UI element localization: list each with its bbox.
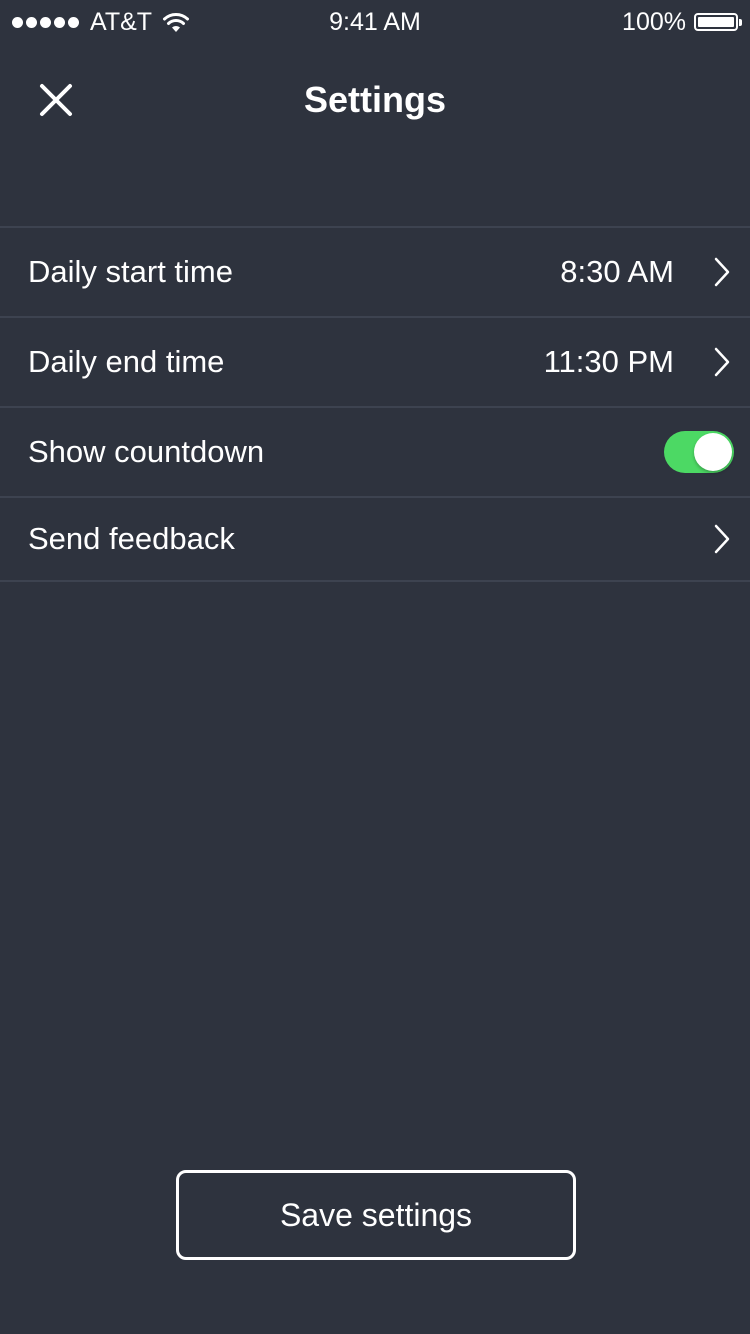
setting-row-show-countdown: Show countdown	[0, 408, 750, 498]
setting-row-send-feedback[interactable]: Send feedback	[0, 498, 750, 582]
chevron-right-icon	[714, 257, 730, 287]
setting-value: 8:30 AM	[560, 254, 674, 289]
status-bar: AT&T 9:41 AM 100%	[0, 0, 750, 40]
save-settings-button[interactable]: Save settings	[176, 1170, 576, 1260]
setting-label: Show countdown	[28, 434, 265, 469]
settings-screen: AT&T 9:41 AM 100% Settings Daily start t…	[0, 0, 750, 1334]
chevron-right-icon	[714, 524, 730, 554]
setting-value: 11:30 PM	[543, 344, 674, 379]
battery-fill	[698, 17, 734, 27]
nav-bar: Settings	[0, 40, 750, 160]
battery-percentage: 100%	[622, 8, 686, 36]
settings-list: Daily start time 8:30 AM Daily end time …	[0, 226, 750, 582]
setting-row-daily-start-time[interactable]: Daily start time 8:30 AM	[0, 228, 750, 318]
page-title: Settings	[303, 79, 446, 120]
setting-label: Send feedback	[28, 521, 235, 556]
countdown-toggle[interactable]	[664, 431, 734, 473]
setting-label: Daily start time	[28, 254, 233, 289]
toggle-knob	[694, 433, 732, 471]
setting-row-daily-end-time[interactable]: Daily end time 11:30 PM	[0, 318, 750, 408]
chevron-right-icon	[714, 347, 730, 377]
setting-label: Daily end time	[28, 344, 225, 379]
status-right: 100%	[622, 6, 742, 38]
battery-icon	[694, 13, 742, 31]
